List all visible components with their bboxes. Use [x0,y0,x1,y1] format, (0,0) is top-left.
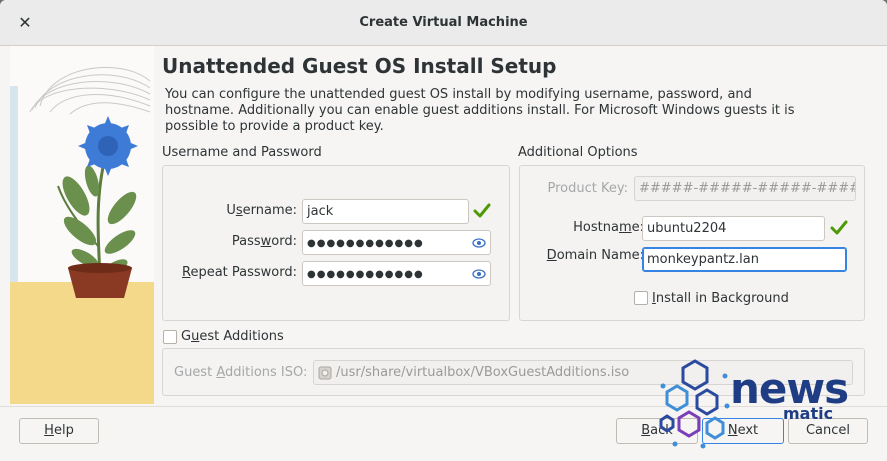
next-button[interactable]: Next [702,418,784,444]
username-valid-check-icon [473,203,491,218]
hostname-valid-check-icon [830,220,848,235]
page-title: Unattended Guest OS Install Setup [162,54,557,78]
password-value: ●●●●●●●●●●●● [307,238,424,249]
password-input[interactable]: ●●●●●●●●●●●● [302,230,491,255]
disc-file-icon [318,366,332,380]
username-label: Username: [226,203,297,218]
additional-options-group-title: Additional Options [518,145,638,160]
help-button[interactable]: Help [19,418,99,444]
product-key-label: Product Key: [547,181,629,196]
hostname-label: Hostname: [573,220,644,235]
password-label: Password: [231,234,297,249]
cancel-button[interactable]: Cancel [788,418,868,444]
title-bar: ✕ Create Virtual Machine [0,0,887,46]
domain-name-label: Domain Name: [546,248,644,263]
guest-additions-iso-label: Guest Additions ISO: [174,365,308,380]
button-bar: Help Back Next Cancel [0,406,887,461]
product-key-input[interactable]: #####-#####-#####-##### [634,176,856,201]
hostname-input[interactable]: ubuntu2204 [642,216,825,241]
wizard-content: Unattended Guest OS Install Setup You ca… [160,46,887,406]
guest-additions-iso-combobox[interactable]: /usr/share/virtualbox/VBoxGuestAdditions… [313,360,853,385]
username-input[interactable]: jack [302,199,469,224]
repeat-password-input[interactable]: ●●●●●●●●●●●● [302,261,491,286]
window-title: Create Virtual Machine [359,15,528,30]
show-password-eye-icon[interactable] [472,236,486,250]
install-in-background-checkbox[interactable] [634,291,648,305]
repeat-password-label: Repeat Password: [182,265,297,280]
back-button[interactable]: Back [616,418,698,444]
page-description: You can configure the unattended guest O… [165,87,795,134]
create-vm-dialog: ✕ Create Virtual Machine Unattended Gues… [0,0,887,461]
username-password-group-title: Username and Password [162,145,322,160]
show-repeat-password-eye-icon[interactable] [472,267,486,281]
guest-additions-checkbox[interactable] [163,330,177,344]
repeat-password-value: ●●●●●●●●●●●● [307,269,424,280]
guest-additions-iso-path: /usr/share/virtualbox/VBoxGuestAdditions… [336,365,630,380]
plant-illustration [10,46,154,404]
wizard-illustration [10,46,154,404]
guest-additions-label[interactable]: Guest Additions [181,329,284,344]
install-in-background-label[interactable]: Install in Background [652,291,789,306]
domain-name-input[interactable]: monkeypantz.lan [642,247,847,272]
